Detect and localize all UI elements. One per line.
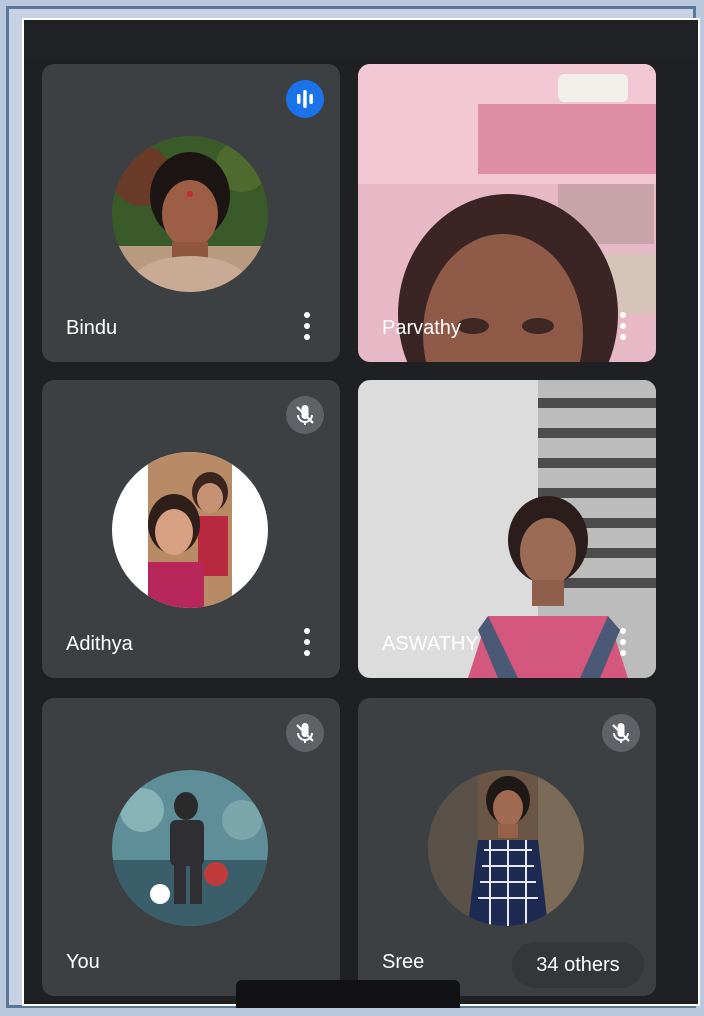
more-vert-icon[interactable] [618, 628, 628, 656]
mic-off-icon [602, 714, 640, 752]
mic-off-icon [286, 396, 324, 434]
more-vert-icon[interactable] [618, 312, 628, 340]
participant-tile-you[interactable]: You [42, 698, 340, 996]
mic-off-icon [286, 714, 324, 752]
participant-tile-aswathy[interactable]: ASWATHY [358, 380, 656, 678]
avatar [428, 770, 584, 926]
more-vert-icon[interactable] [302, 312, 312, 340]
avatar [112, 770, 268, 926]
participant-tile-parvathy[interactable]: Parvathy [358, 64, 656, 362]
bottom-bar [236, 980, 460, 1008]
participant-tile-bindu[interactable]: Bindu [42, 64, 340, 362]
others-count-button[interactable]: 34 others [512, 942, 644, 988]
speaking-indicator-icon [286, 80, 324, 118]
participant-name: Bindu [66, 317, 118, 339]
participant-tile-adithya[interactable]: Adithya [42, 380, 340, 678]
participant-name: You [66, 951, 100, 973]
avatar [112, 452, 268, 608]
avatar [112, 136, 268, 292]
participant-name: Sree [382, 951, 425, 973]
participant-name: Parvathy [382, 317, 461, 339]
participant-name: ASWATHY [382, 633, 479, 655]
top-bar [24, 20, 698, 60]
more-vert-icon[interactable] [302, 628, 312, 656]
participant-name: Adithya [66, 633, 133, 655]
